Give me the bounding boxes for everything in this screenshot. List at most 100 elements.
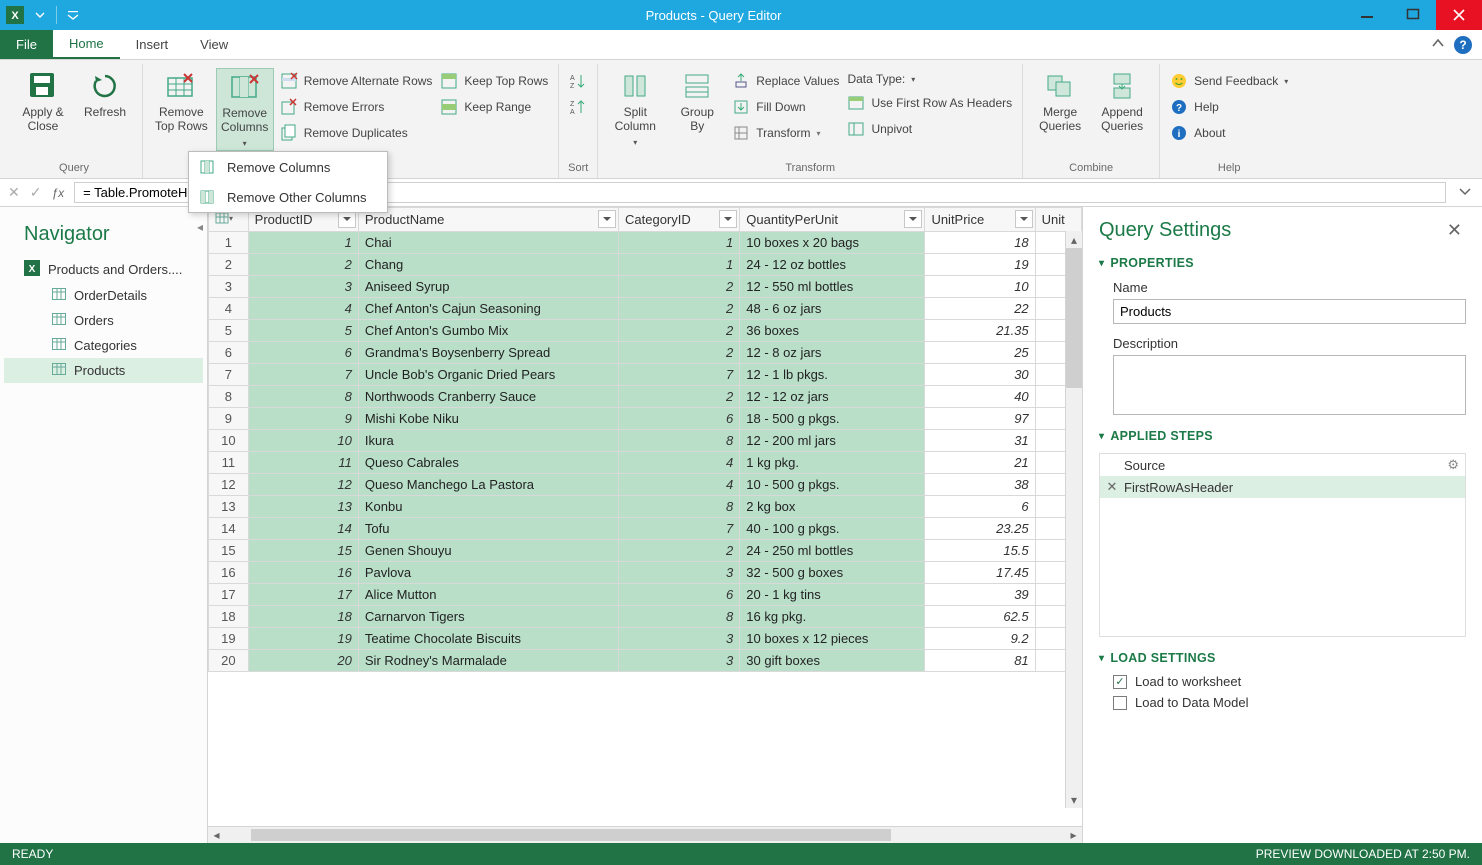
cell[interactable]: 17 [248,584,358,606]
row-number[interactable]: 1 [209,232,249,254]
cell[interactable]: 6 [925,496,1035,518]
gear-icon[interactable]: ⚙ [1447,457,1459,473]
navigator-item-products[interactable]: Products [4,358,203,383]
scroll-right-icon[interactable]: ▸ [1065,827,1082,844]
navigator-item-orderdetails[interactable]: OrderDetails [4,283,203,308]
cell[interactable]: 11 [248,452,358,474]
table-row[interactable]: 88Northwoods Cranberry Sauce212 - 12 oz … [209,386,1082,408]
cell[interactable]: 1 kg pkg. [740,452,925,474]
about-button[interactable]: iAbout [1168,122,1290,144]
remove-columns-button[interactable]: Remove Columns ▾ [216,68,274,151]
cell[interactable]: 7 [619,518,740,540]
group-by-button[interactable]: Group By [668,68,726,136]
help-icon[interactable]: ? [1454,36,1472,54]
cell[interactable]: 19 [248,628,358,650]
table-row[interactable]: 11Chai110 boxes x 20 bags18 [209,232,1082,254]
cell[interactable]: 25 [925,342,1035,364]
applied-step-source[interactable]: Source⚙ [1100,454,1465,476]
column-header-categoryid[interactable]: CategoryID [619,208,740,232]
cell[interactable]: Sir Rodney's Marmalade [358,650,618,672]
cell[interactable]: 2 [619,386,740,408]
cell[interactable]: 21 [925,452,1035,474]
dropdown-remove-columns[interactable]: Remove Columns [189,152,387,182]
send-feedback-button[interactable]: Send Feedback ▾ [1168,70,1290,92]
cell[interactable]: 3 [619,628,740,650]
cell[interactable]: Pavlova [358,562,618,584]
navigator-collapse-icon[interactable]: ◂ [192,209,208,245]
cell[interactable]: Konbu [358,496,618,518]
column-header-quantityperunit[interactable]: QuantityPerUnit [740,208,925,232]
cell[interactable]: 15 [248,540,358,562]
replace-values-button[interactable]: Replace Values [730,70,841,92]
row-number[interactable]: 7 [209,364,249,386]
refresh-button[interactable]: Refresh [76,68,134,122]
file-tab[interactable]: File [0,30,53,59]
cell[interactable]: 24 - 250 ml bottles [740,540,925,562]
row-number[interactable]: 17 [209,584,249,606]
filter-dropdown-icon[interactable] [598,210,616,228]
table-row[interactable]: 55Chef Anton's Gumbo Mix236 boxes21.35 [209,320,1082,342]
remove-duplicates-button[interactable]: Remove Duplicates [278,122,435,144]
home-tab[interactable]: Home [53,30,120,59]
cell[interactable]: 4 [248,298,358,320]
cell[interactable]: 9.2 [925,628,1035,650]
remove-alternate-rows-button[interactable]: Remove Alternate Rows [278,70,435,92]
split-column-button[interactable]: Split Column▾ [606,68,664,149]
row-number[interactable]: 16 [209,562,249,584]
settings-close-icon[interactable]: ✕ [1443,220,1466,241]
name-input[interactable] [1113,299,1466,324]
cell[interactable]: 12 - 200 ml jars [740,430,925,452]
cell[interactable]: 16 kg pkg. [740,606,925,628]
qat-customize-icon[interactable] [63,5,83,25]
row-number[interactable]: 3 [209,276,249,298]
formula-confirm-icon[interactable]: ✓ [30,184,42,201]
navigator-item-categories[interactable]: Categories [4,333,203,358]
table-row[interactable]: 33Aniseed Syrup212 - 550 ml bottles10 [209,276,1082,298]
formula-expand-icon[interactable] [1456,186,1474,200]
cell[interactable]: Uncle Bob's Organic Dried Pears [358,364,618,386]
cell[interactable]: 10 boxes x 20 bags [740,232,925,254]
row-number[interactable]: 18 [209,606,249,628]
cell[interactable]: 2 [619,298,740,320]
cell[interactable]: 2 [619,342,740,364]
column-header-productname[interactable]: ProductName [358,208,618,232]
cell[interactable]: 14 [248,518,358,540]
table-row[interactable]: 99Mishi Kobe Niku618 - 500 g pkgs.97 [209,408,1082,430]
cell[interactable]: 2 [248,254,358,276]
cell[interactable]: Chang [358,254,618,276]
scroll-down-icon[interactable]: ▾ [1066,791,1082,808]
cell[interactable]: Alice Mutton [358,584,618,606]
cell[interactable]: 4 [619,474,740,496]
cell[interactable]: 8 [619,606,740,628]
cell[interactable]: 10 [925,276,1035,298]
cell[interactable]: 30 [925,364,1035,386]
qat-dropdown-icon[interactable] [30,5,50,25]
horizontal-scrollbar[interactable]: ◂ ▸ [208,826,1082,843]
navigator-root[interactable]: X Products and Orders.... [4,256,203,283]
row-number[interactable]: 9 [209,408,249,430]
cell[interactable]: Chai [358,232,618,254]
cell[interactable]: 38 [925,474,1035,496]
cell[interactable]: 30 gift boxes [740,650,925,672]
table-row[interactable]: 44Chef Anton's Cajun Seasoning248 - 6 oz… [209,298,1082,320]
cell[interactable]: 1 [248,232,358,254]
cell[interactable]: Grandma's Boysenberry Spread [358,342,618,364]
applied-step-firstrowasheader[interactable]: ✕FirstRowAsHeader [1100,476,1465,498]
cell[interactable]: 1 [619,254,740,276]
cell[interactable]: 3 [619,562,740,584]
sort-asc-button[interactable]: AZ [567,70,589,92]
row-number[interactable]: 15 [209,540,249,562]
cell[interactable]: 10 - 500 g pkgs. [740,474,925,496]
load-to-worksheet-checkbox[interactable]: ✓Load to worksheet [1113,671,1466,692]
dropdown-remove-other-columns[interactable]: Remove Other Columns [189,182,387,212]
cell[interactable]: 81 [925,650,1035,672]
load-to-datamodel-checkbox[interactable]: Load to Data Model [1113,692,1466,713]
load-settings-toggle[interactable]: ▾LOAD SETTINGS [1099,651,1466,665]
table-row[interactable]: 66Grandma's Boysenberry Spread212 - 8 oz… [209,342,1082,364]
table-row[interactable]: 2020Sir Rodney's Marmalade330 gift boxes… [209,650,1082,672]
cell[interactable]: 6 [619,408,740,430]
cell[interactable]: Chef Anton's Gumbo Mix [358,320,618,342]
table-row[interactable]: 1616Pavlova332 - 500 g boxes17.45 [209,562,1082,584]
cell[interactable]: 24 - 12 oz bottles [740,254,925,276]
row-number[interactable]: 12 [209,474,249,496]
